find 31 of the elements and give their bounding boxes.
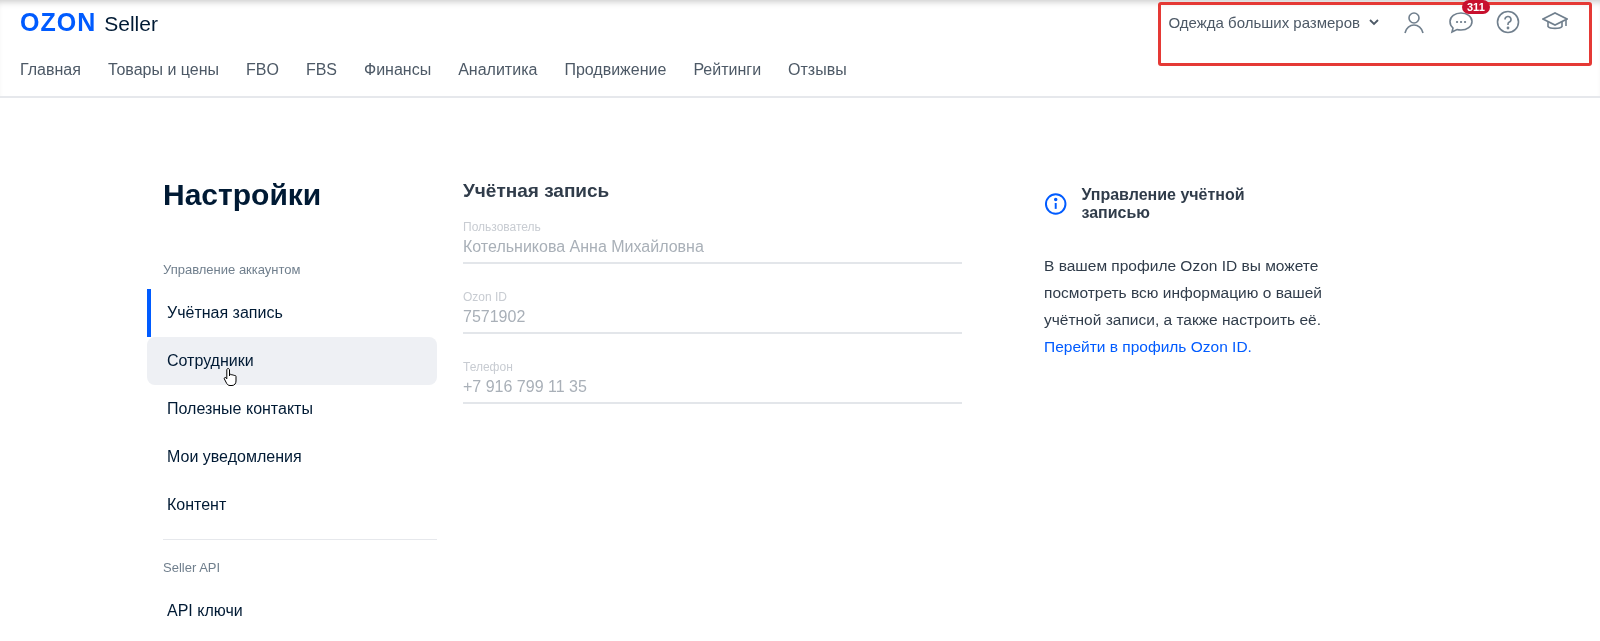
logo-subtitle: Seller xyxy=(104,11,158,36)
notification-badge: 311 xyxy=(1462,0,1490,14)
user-icon[interactable] xyxy=(1402,10,1426,34)
sidebar-item[interactable]: Контент xyxy=(147,481,437,529)
nav-link[interactable]: Аналитика xyxy=(458,61,538,79)
store-selector[interactable]: Одежда больших размеров xyxy=(1168,13,1380,31)
hand-cursor-icon xyxy=(223,367,239,387)
info-icon xyxy=(1044,192,1068,216)
chevron-down-icon xyxy=(1368,18,1380,26)
sidebar-item[interactable]: Мои уведомления xyxy=(147,433,437,481)
nav-link[interactable]: Товары и цены xyxy=(107,61,219,79)
info-text: В вашем профиле Ozon ID вы можете посмотреть всю информацию о вашей учётной записи, а также настроить её. xyxy=(1044,256,1324,330)
help-icon[interactable] xyxy=(1496,10,1520,34)
nav-link[interactable]: Главная xyxy=(20,61,81,79)
page-title: Настройки xyxy=(163,178,323,212)
section-title: Учётная запись xyxy=(463,180,611,202)
info-title: Управление учётной записью xyxy=(1081,186,1246,222)
nav-link[interactable]: Продвижение xyxy=(564,61,667,79)
nav-link[interactable]: Рейтинги xyxy=(693,61,762,79)
nav-link[interactable]: FBO xyxy=(246,61,279,79)
logo-wordmark[interactable]: OZON xyxy=(20,7,97,37)
sidebar-section-heading: Seller API xyxy=(162,560,222,575)
nav-link[interactable]: Отзывы xyxy=(788,61,847,79)
sidebar-item[interactable]: Сотрудники xyxy=(147,337,437,385)
sidebar-section-heading: Управление аккаунтом xyxy=(162,262,302,277)
chat-icon[interactable] xyxy=(1448,10,1474,34)
nav-link[interactable]: Финансы xyxy=(364,61,432,79)
sidebar-item[interactable]: API ключи xyxy=(147,587,437,635)
profile-link[interactable]: Перейти в профиль Ozon ID. xyxy=(1044,333,1312,360)
sidebar-item[interactable]: Полезные контакты xyxy=(147,385,437,433)
nav-link[interactable]: FBS xyxy=(305,61,337,79)
